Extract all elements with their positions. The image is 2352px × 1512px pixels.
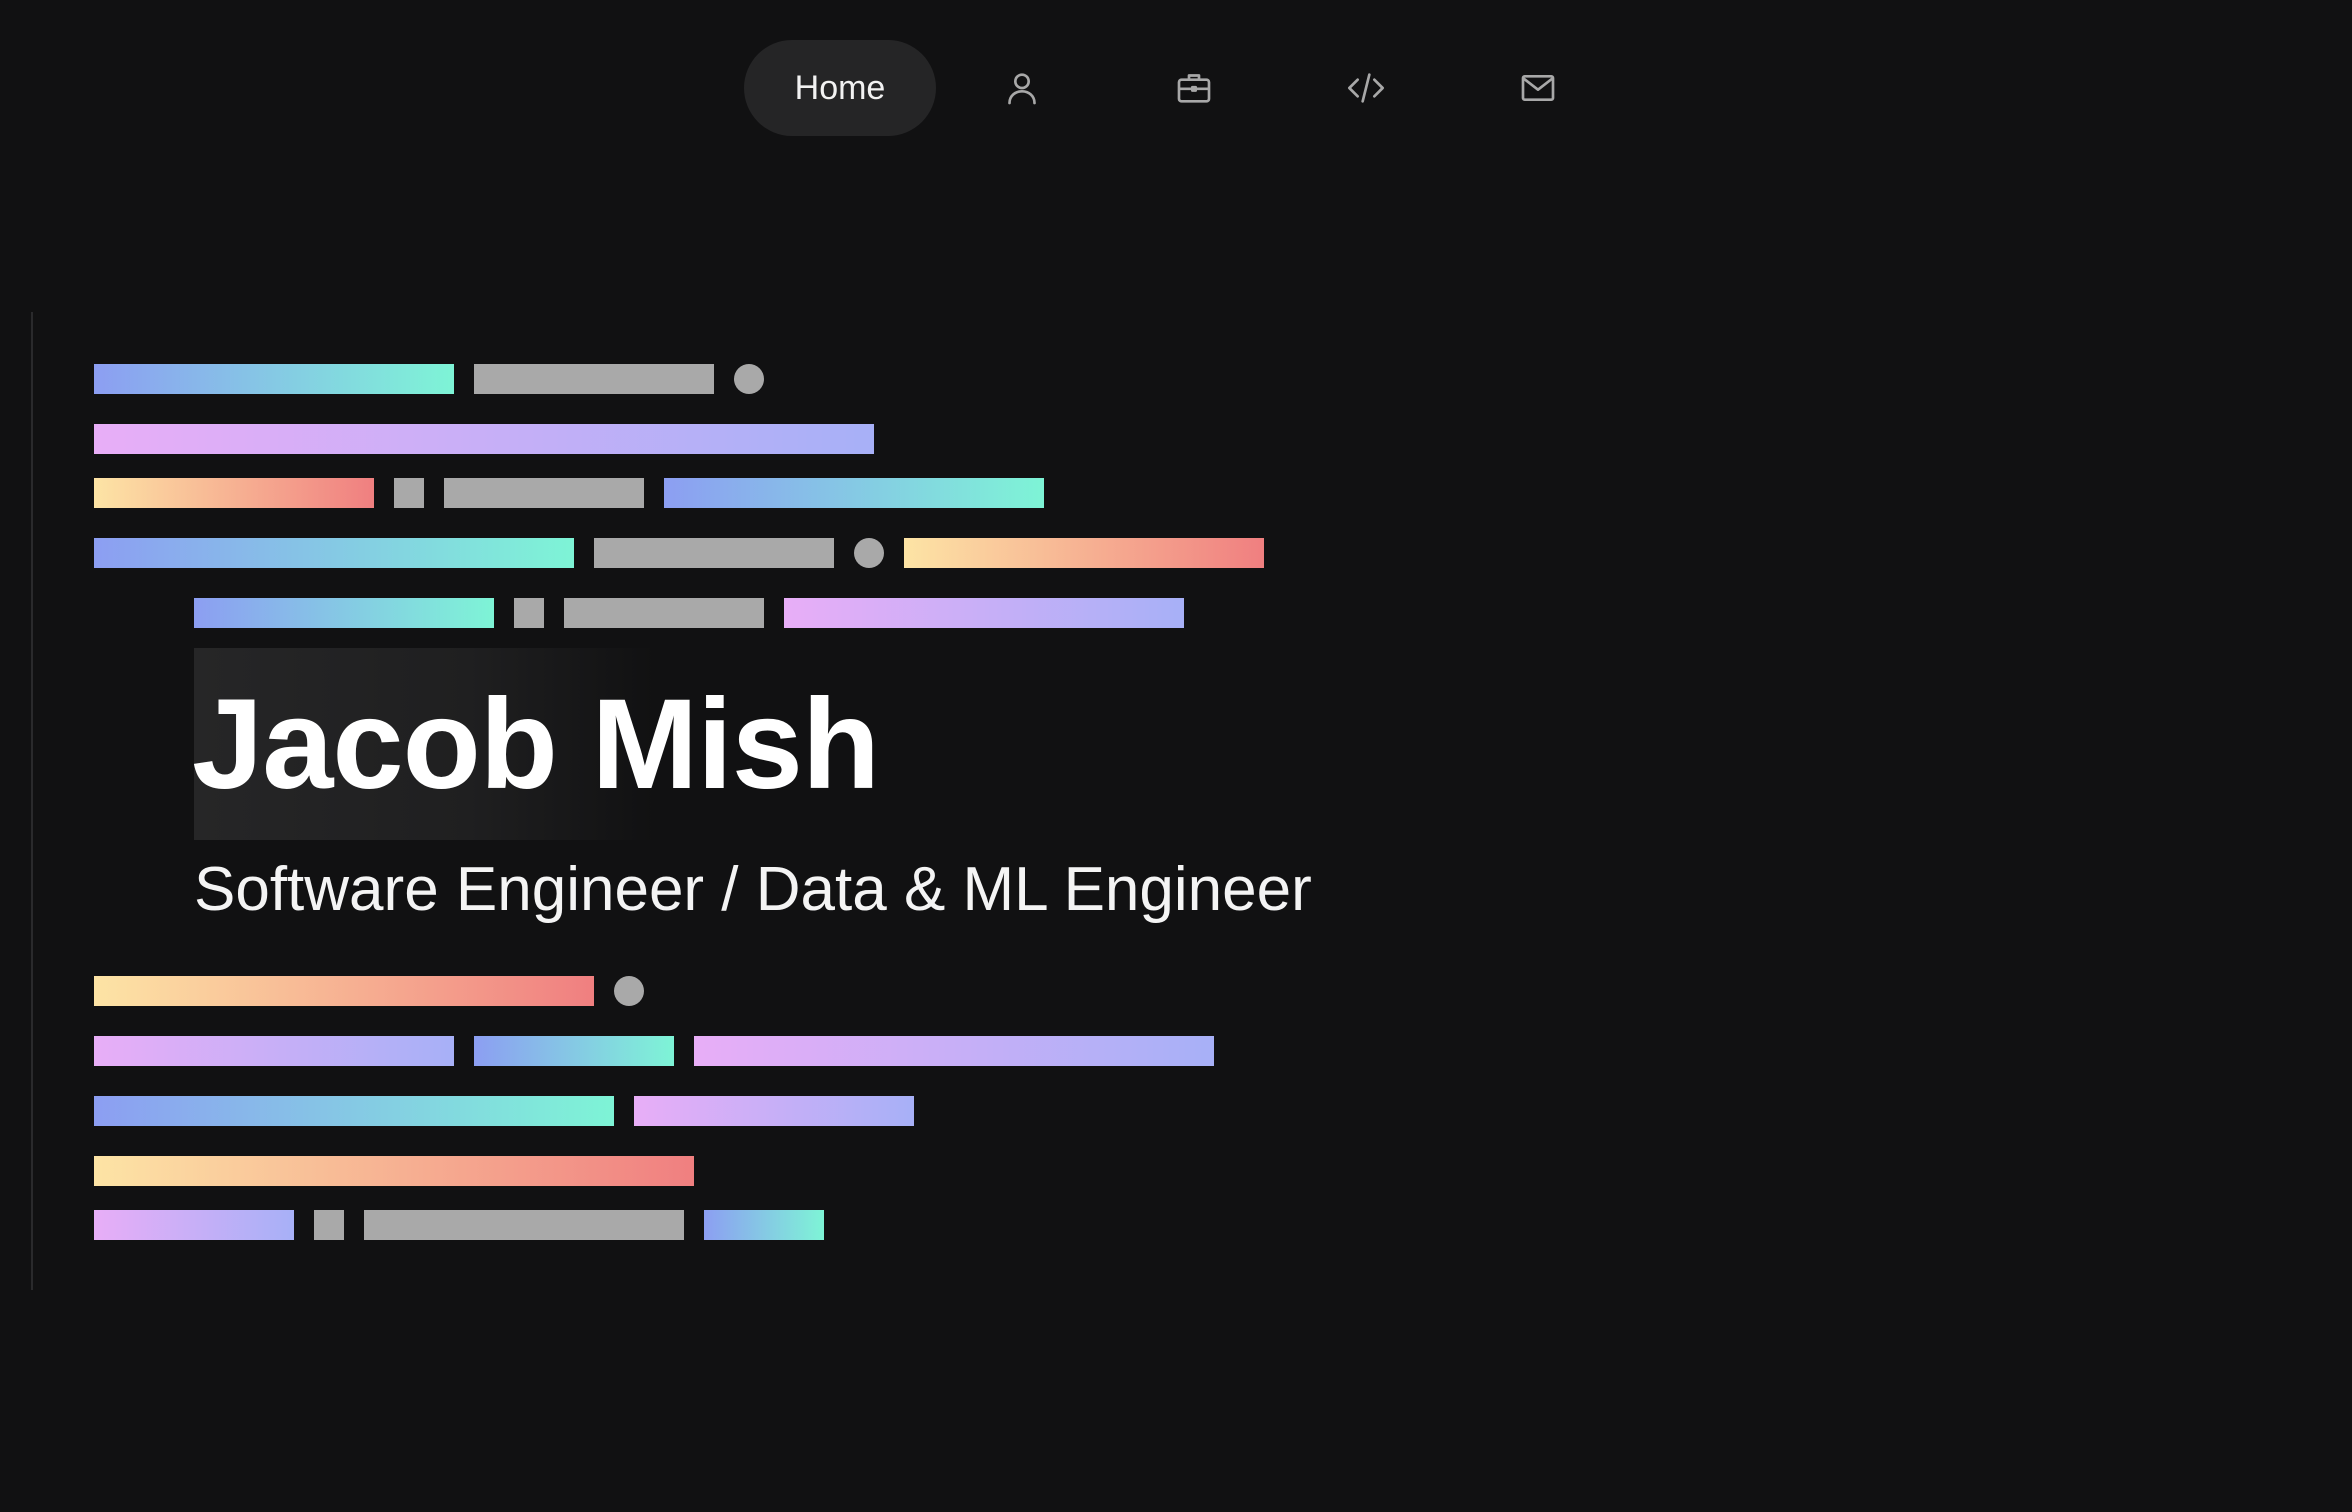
nav-about-button[interactable] [936, 40, 1108, 136]
code-block [564, 598, 764, 628]
code-block [904, 538, 1264, 568]
code-dot [614, 976, 644, 1006]
code-block [514, 598, 544, 628]
code-block [394, 478, 424, 508]
code-block [94, 538, 574, 568]
briefcase-icon [1177, 74, 1211, 103]
code-block [314, 1210, 344, 1240]
code-block [474, 364, 714, 394]
nav-contact-button[interactable] [1452, 40, 1624, 136]
code-block [94, 364, 454, 394]
nav-home-button[interactable]: Home [744, 40, 936, 136]
code-icon [1348, 73, 1384, 103]
code-block [94, 424, 874, 454]
code-block [94, 976, 594, 1006]
code-block [594, 538, 834, 568]
code-dot [734, 364, 764, 394]
hero-subtitle: Software Engineer / Data & ML Engineer [194, 855, 1312, 924]
code-block [444, 478, 644, 508]
nav-projects-button[interactable] [1280, 40, 1452, 136]
code-block [364, 1210, 684, 1240]
code-block [94, 1210, 294, 1240]
code-block [94, 1156, 694, 1186]
code-block [634, 1096, 914, 1126]
hero-divider-line [31, 312, 33, 1290]
code-block [94, 478, 374, 508]
mail-icon [1521, 75, 1555, 101]
code-dot [854, 538, 884, 568]
code-block [94, 1096, 614, 1126]
code-block [94, 1036, 454, 1066]
user-icon [1008, 73, 1036, 105]
top-nav: Home [744, 40, 1624, 136]
hero-name: Jacob Mish [192, 673, 880, 816]
nav-work-button[interactable] [1108, 40, 1280, 136]
code-block [474, 1036, 674, 1066]
code-block [664, 478, 1044, 508]
code-block [784, 598, 1184, 628]
code-block [194, 598, 494, 628]
code-block [704, 1210, 824, 1240]
code-block [694, 1036, 1214, 1066]
